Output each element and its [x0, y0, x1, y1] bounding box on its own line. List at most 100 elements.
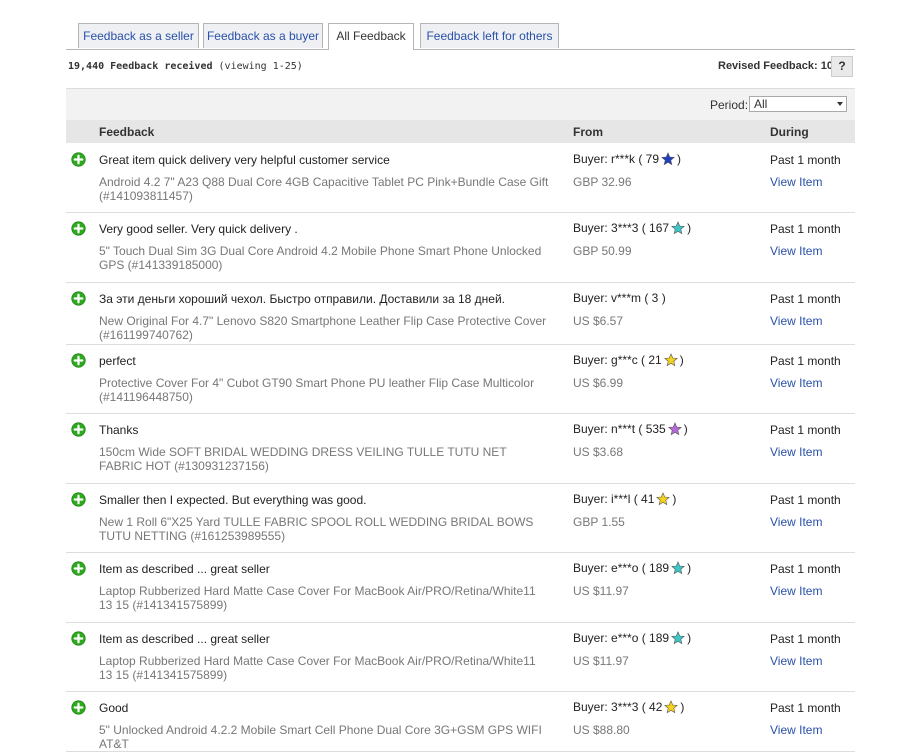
- item-price: US $11.97: [573, 584, 629, 598]
- positive-feedback-icon: [71, 492, 86, 507]
- buyer-name-score: Buyer: i***l ( 41: [573, 492, 655, 506]
- item-title: New Original For 4.7" Lenovo S820 Smartp…: [99, 314, 547, 342]
- buyer-score-close: ): [677, 152, 682, 166]
- view-item-link[interactable]: View Item: [770, 515, 822, 529]
- positive-feedback-icon: [71, 353, 86, 368]
- buyer-score-close: ): [680, 700, 685, 714]
- item-title: New 1 Roll 6"X25 Yard TULLE FABRIC SPOOL…: [99, 515, 534, 543]
- dropdown-arrow-icon: [837, 102, 843, 106]
- feedback-period: Past 1 month: [770, 632, 841, 646]
- item-price: US $11.97: [573, 654, 629, 668]
- tab-all-feedback[interactable]: All Feedback: [328, 23, 414, 50]
- item-title: 150cm Wide SOFT BRIDAL WEDDING DRESS VEI…: [99, 445, 507, 473]
- view-item-link[interactable]: View Item: [770, 175, 822, 189]
- positive-feedback-icon: [71, 422, 86, 437]
- feedback-row: Smaller then I expected. But everything …: [66, 483, 855, 553]
- buyer-name-score: Buyer: 3***3 ( 42: [573, 700, 663, 714]
- period-label: Period:: [710, 98, 749, 112]
- feedback-star-icon: [661, 152, 675, 166]
- feedback-row: Very good seller. Very quick delivery . 5…: [66, 212, 855, 283]
- view-item-link[interactable]: View Item: [770, 314, 822, 328]
- buyer-name-score: Buyer: r***k ( 79: [573, 152, 660, 166]
- feedback-comment: Item as described ... great seller: [99, 562, 270, 576]
- item-title: Laptop Rubberized Hard Matte Case Cover …: [99, 584, 536, 612]
- buyer-info: Buyer: 3***3 ( 167): [573, 221, 691, 235]
- view-item-link[interactable]: View Item: [770, 376, 822, 390]
- buyer-name-score: Buyer: e***o ( 189: [573, 631, 670, 645]
- period-select[interactable]: All: [749, 96, 847, 112]
- item-title: 5" Touch Dual Sim 3G Dual Core Android 4…: [99, 244, 542, 272]
- item-title: 5" Unlocked Android 4.2.2 Mobile Smart C…: [99, 723, 542, 751]
- buyer-info: Buyer: e***o ( 189): [573, 561, 691, 575]
- buyer-score-close: ): [687, 631, 692, 645]
- positive-feedback-icon: [71, 700, 86, 715]
- period-filter-bar: Period: All: [66, 88, 855, 120]
- feedback-period: Past 1 month: [770, 222, 841, 236]
- item-price: US $6.99: [573, 376, 624, 390]
- positive-feedback-icon: [71, 561, 86, 576]
- buyer-info: Buyer: v***m ( 3 ): [573, 291, 666, 305]
- column-header-feedback: Feedback: [99, 125, 155, 139]
- feedback-count: 19,440 Feedback received: [68, 61, 213, 72]
- tab-feedback-as-seller[interactable]: Feedback as a seller: [78, 23, 199, 48]
- buyer-score-close: ): [683, 422, 688, 436]
- column-header-during: During: [770, 125, 809, 139]
- feedback-period: Past 1 month: [770, 153, 841, 167]
- feedback-comment: Good: [99, 701, 129, 715]
- item-title: Android 4.2 7" A23 Q88 Dual Core 4GB Cap…: [99, 175, 549, 203]
- buyer-score-close: ): [687, 221, 692, 235]
- buyer-name-score: Buyer: v***m ( 3 ): [573, 291, 666, 305]
- column-header-from: From: [573, 125, 603, 139]
- buyer-info: Buyer: 3***3 ( 42): [573, 700, 684, 714]
- view-item-link[interactable]: View Item: [770, 584, 822, 598]
- buyer-name-score: Buyer: g***c ( 21: [573, 353, 662, 367]
- feedback-row: perfect Protective Cover For 4" Cubot GT9…: [66, 344, 855, 414]
- feedback-star-icon: [671, 631, 685, 645]
- feedback-row: Thanks 150cm Wide SOFT BRIDAL WEDDING DRE…: [66, 413, 855, 484]
- buyer-info: Buyer: i***l ( 41): [573, 492, 676, 506]
- item-title: Protective Cover For 4" Cubot GT90 Smart…: [99, 376, 535, 404]
- positive-feedback-icon: [71, 152, 86, 167]
- positive-feedback-icon: [71, 291, 86, 306]
- period-value: All: [754, 97, 768, 111]
- buyer-info: Buyer: g***c ( 21): [573, 353, 684, 367]
- feedback-star-icon: [664, 700, 679, 714]
- buyer-info: Buyer: r***k ( 79): [573, 152, 681, 166]
- feedback-star-icon: [656, 492, 671, 506]
- feedback-comment: Smaller then I expected. But everything …: [99, 493, 367, 507]
- tab-feedback-left-for-others[interactable]: Feedback left for others: [420, 23, 559, 48]
- view-item-link[interactable]: View Item: [770, 654, 822, 668]
- help-button[interactable]: ?: [831, 56, 853, 77]
- feedback-row: Great item quick delivery very helpful c…: [66, 143, 855, 213]
- feedback-row: Item as described ... great seller Laptop…: [66, 622, 855, 692]
- feedback-period: Past 1 month: [770, 423, 841, 437]
- item-price: GBP 32.96: [573, 175, 632, 189]
- feedback-row: Item as described ... great seller Laptop…: [66, 552, 855, 623]
- view-item-link[interactable]: View Item: [770, 723, 822, 737]
- feedback-row: Good 5" Unlocked Android 4.2.2 Mobile Sma…: [66, 691, 855, 752]
- item-price: GBP 50.99: [573, 244, 632, 258]
- feedback-comment: Thanks: [99, 423, 139, 437]
- feedback-star-icon: [671, 561, 685, 575]
- item-price: US $6.57: [573, 314, 624, 328]
- buyer-name-score: Buyer: e***o ( 189: [573, 561, 670, 575]
- buyer-info: Buyer: e***o ( 189): [573, 631, 691, 645]
- item-price: US $88.80: [573, 723, 630, 737]
- feedback-comment: За эти деньги хороший чехол. Быстро отпр…: [99, 292, 505, 306]
- feedback-comment: perfect: [99, 354, 136, 368]
- feedback-star-icon: [667, 422, 682, 436]
- item-price: GBP 1.55: [573, 515, 625, 529]
- feedback-period: Past 1 month: [770, 701, 841, 715]
- revised-feedback-count: Revised Feedback: 109: [718, 60, 840, 72]
- buyer-score-close: ): [672, 492, 677, 506]
- feedback-comment: Great item quick delivery very helpful c…: [99, 153, 390, 167]
- tab-feedback-as-buyer[interactable]: Feedback as a buyer: [203, 23, 323, 48]
- feedback-tabs: Feedback as a seller Feedback as a buyer…: [66, 23, 855, 50]
- view-item-link[interactable]: View Item: [770, 244, 822, 258]
- feedback-row: За эти деньги хороший чехол. Быстро отпр…: [66, 282, 855, 345]
- feedback-star-icon: [671, 221, 685, 235]
- buyer-score-close: ): [679, 353, 684, 367]
- item-title: Laptop Rubberized Hard Matte Case Cover …: [99, 654, 536, 682]
- view-item-link[interactable]: View Item: [770, 445, 822, 459]
- buyer-info: Buyer: n***t ( 535): [573, 422, 688, 436]
